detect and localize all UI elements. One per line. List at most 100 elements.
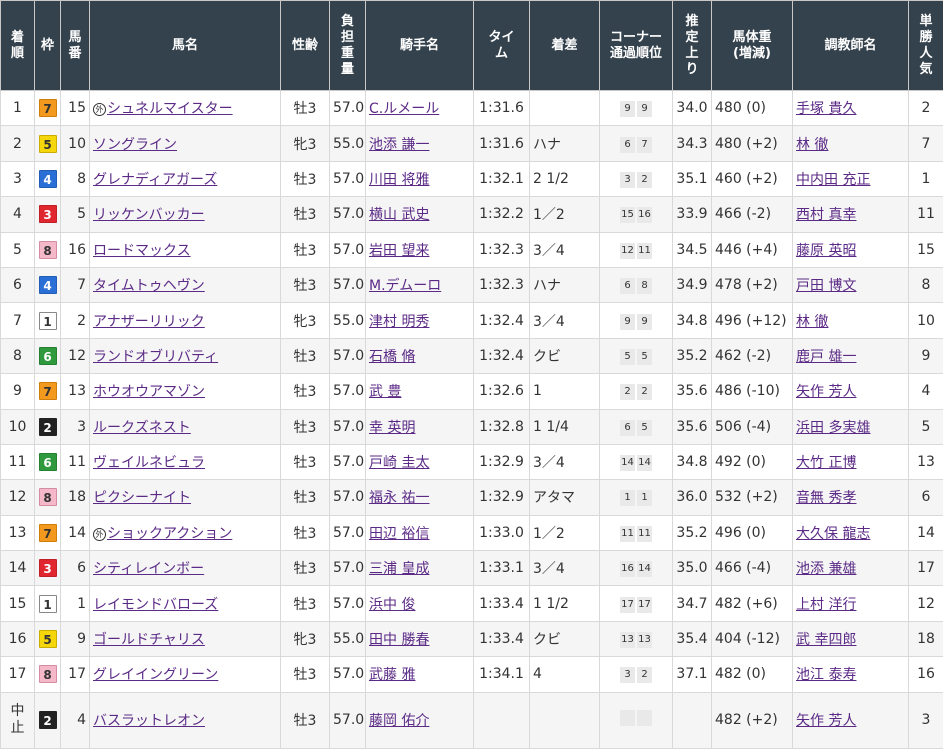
- trainer-cell: 林 徹: [793, 303, 909, 338]
- jockey-link[interactable]: C.ルメール: [369, 101, 439, 117]
- carried-weight: 57.0: [330, 657, 366, 692]
- horse-name-link[interactable]: ルークズネスト: [93, 420, 191, 436]
- jockey-link[interactable]: M.デムーロ: [369, 278, 441, 294]
- carried-weight: 57.0: [330, 338, 366, 373]
- carried-weight: 57.0: [330, 267, 366, 302]
- foreign-horse-mark-icon: 外: [93, 528, 106, 541]
- horse-name-link[interactable]: グレイイングリーン: [93, 667, 218, 683]
- trainer-link[interactable]: 中内田 充正: [796, 172, 870, 188]
- trainer-link[interactable]: 矢作 芳人: [796, 384, 856, 400]
- sex-age: 牡3: [281, 232, 330, 267]
- sex-age: 牡3: [281, 161, 330, 196]
- popularity: 11: [909, 197, 943, 232]
- trainer-link[interactable]: 武 幸四郎: [796, 632, 856, 648]
- finish-position: 7: [1, 303, 35, 338]
- waku-cell: 7: [35, 515, 61, 550]
- umaban: 3: [61, 409, 90, 444]
- umaban: 5: [61, 197, 90, 232]
- horse-name-link[interactable]: レイモンドバローズ: [93, 597, 218, 613]
- trainer-link[interactable]: 鹿戸 雄一: [796, 349, 856, 365]
- jockey-link[interactable]: 横山 武史: [369, 207, 429, 223]
- corner-positions: 1414: [600, 444, 673, 479]
- trainer-link[interactable]: 戸田 博文: [796, 278, 856, 294]
- trainer-link[interactable]: 大竹 正博: [796, 455, 856, 471]
- horse-name-link[interactable]: バスラットレオン: [93, 713, 205, 729]
- horse-name-link[interactable]: ランドオブリバティ: [93, 349, 218, 365]
- jockey-link[interactable]: 石橋 脩: [369, 349, 415, 365]
- race-time: 1:32.2: [474, 197, 530, 232]
- jockey-link[interactable]: 福永 祐一: [369, 490, 429, 506]
- horse-name-link[interactable]: ゴールドチャリス: [93, 632, 205, 648]
- table-row: 1659ゴールドチャリス牝355.0田中 勝春1:33.4クビ131335.44…: [1, 621, 943, 656]
- jockey-cell: 津村 明秀: [366, 303, 474, 338]
- header-ninki: 単勝人気: [909, 1, 943, 91]
- jockey-link[interactable]: 三浦 皇成: [369, 561, 429, 577]
- trainer-link[interactable]: 上村 洋行: [796, 597, 856, 613]
- jockey-link[interactable]: 浜中 俊: [369, 597, 415, 613]
- jockey-link[interactable]: 川田 将雅: [369, 172, 429, 188]
- trainer-link[interactable]: 池江 泰寿: [796, 667, 856, 683]
- sex-age: 牡3: [281, 197, 330, 232]
- table-row: 13714外ショックアクション牡357.0田辺 裕信1:33.01／211113…: [1, 515, 943, 550]
- finish-position: 1: [1, 91, 35, 126]
- finish-position: 15: [1, 586, 35, 621]
- horse-name-link[interactable]: アナザーリリック: [93, 314, 205, 330]
- carried-weight: 57.0: [330, 480, 366, 515]
- trainer-link[interactable]: 矢作 芳人: [796, 713, 856, 729]
- trainer-link[interactable]: 池添 兼雄: [796, 561, 856, 577]
- horse-name-link[interactable]: ホウオウアマゾン: [93, 384, 205, 400]
- horse-name-link[interactable]: ソングライン: [93, 137, 177, 153]
- horse-name-link[interactable]: タイムトゥヘヴン: [93, 278, 205, 294]
- trainer-link[interactable]: 藤原 英昭: [796, 243, 856, 259]
- carried-weight: 57.0: [330, 586, 366, 621]
- trainer-link[interactable]: 手塚 貴久: [796, 101, 856, 117]
- trainer-link[interactable]: 浜田 多実雄: [796, 420, 870, 436]
- header-line: ム: [495, 46, 508, 61]
- trainer-cell: 林 徹: [793, 126, 909, 161]
- horse-name-link[interactable]: ヴェイルネビュラ: [93, 455, 205, 471]
- finish-position-line: 中: [11, 703, 25, 719]
- body-weight: 492 (0): [712, 444, 793, 479]
- sex-age: 牡3: [281, 586, 330, 621]
- race-time: 1:32.3: [474, 232, 530, 267]
- jockey-link[interactable]: 戸崎 圭太: [369, 455, 429, 471]
- horse-name-link[interactable]: シュネルマイスター: [107, 101, 233, 117]
- jockey-link[interactable]: 岩田 望来: [369, 243, 429, 259]
- horse-name-link[interactable]: グレナディアガーズ: [93, 172, 217, 188]
- jockey-cell: 戸崎 圭太: [366, 444, 474, 479]
- popularity: 10: [909, 303, 943, 338]
- umaban: 1: [61, 586, 90, 621]
- last-3f: 35.0: [673, 551, 712, 586]
- jockey-link[interactable]: 池添 謙一: [369, 137, 429, 153]
- race-time: 1:32.9: [474, 444, 530, 479]
- finish-position: 中止: [1, 692, 35, 748]
- table-row: 1436シティレインボー牡357.0三浦 皇成1:33.13／4161435.0…: [1, 551, 943, 586]
- jockey-link[interactable]: 武 豊: [369, 384, 401, 400]
- margin: 1／2: [530, 197, 600, 232]
- jockey-link[interactable]: 田辺 裕信: [369, 526, 429, 542]
- jockey-link[interactable]: 田中 勝春: [369, 632, 429, 648]
- horse-name-link[interactable]: ロードマックス: [93, 243, 191, 259]
- trainer-link[interactable]: 音無 秀孝: [796, 490, 856, 506]
- horse-name-link[interactable]: ピクシーナイト: [93, 490, 191, 506]
- horse-name-link[interactable]: ショックアクション: [107, 526, 232, 542]
- trainer-link[interactable]: 西村 真幸: [796, 207, 856, 223]
- horse-name-link[interactable]: リッケンバッカー: [93, 207, 205, 223]
- trainer-link[interactable]: 大久保 龍志: [796, 526, 870, 542]
- umaban: 18: [61, 480, 90, 515]
- table-row: 712アナザーリリック牝355.0津村 明秀1:32.43／49934.8496…: [1, 303, 943, 338]
- trainer-link[interactable]: 林 徹: [796, 137, 828, 153]
- jockey-link[interactable]: 津村 明秀: [369, 314, 429, 330]
- jockey-cell: 岩田 望来: [366, 232, 474, 267]
- jockey-link[interactable]: 藤岡 佑介: [369, 713, 429, 729]
- trainer-cell: 上村 洋行: [793, 586, 909, 621]
- finish-position: 9: [1, 374, 35, 409]
- corner-pos: 17: [620, 597, 635, 613]
- jockey-link[interactable]: 幸 英明: [369, 420, 415, 436]
- horse-name-link[interactable]: シティレインボー: [93, 561, 204, 577]
- jockey-link[interactable]: 武藤 雅: [369, 667, 415, 683]
- jockey-cell: 三浦 皇成: [366, 551, 474, 586]
- trainer-link[interactable]: 林 徹: [796, 314, 828, 330]
- body-weight: 496 (0): [712, 515, 793, 550]
- margin: 3／4: [530, 444, 600, 479]
